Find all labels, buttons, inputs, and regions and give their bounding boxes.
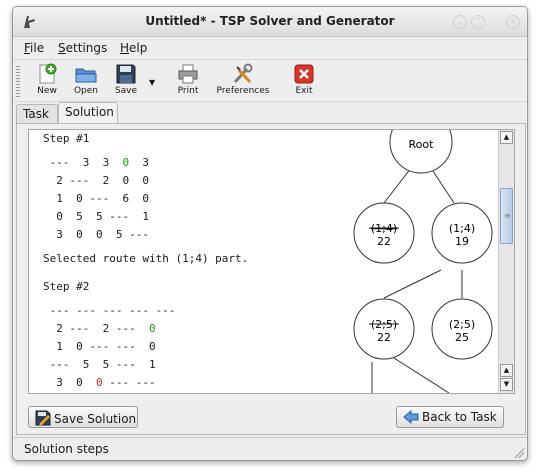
solution-scroll-area[interactable]: Step #1 --- 3 3 0 3 2 --- 2 0 0 1 0 --- … [28,129,515,394]
open-button[interactable]: Open [69,63,103,101]
tab-solution[interactable]: Solution [58,102,118,124]
tab-task[interactable]: Task [16,104,58,124]
tree-node-root [389,130,453,174]
window-title: Untitled* - TSP Solver and Generator [145,14,395,28]
search-tree: Root (1;4) 22 (1;4) 19 (2;5) 22 (2;5) 25 [353,130,493,393]
tree-node-value: 19 [455,235,469,248]
tree-node-edge: (2;5) [449,318,475,331]
floppy-disk-icon [116,64,136,84]
close-icon[interactable]: × [506,15,520,29]
status-bar: Solution steps [13,437,527,460]
exit-icon [294,64,314,84]
exit-button[interactable]: Exit [291,63,317,101]
menu-help[interactable]: Help [120,41,147,55]
solution-panel: Step #1 --- 3 3 0 3 2 --- 2 0 0 1 0 --- … [16,123,526,435]
minimize-icon[interactable]: ⌄ [453,15,467,29]
scroll-up-arrow-icon[interactable]: ▲ [500,131,513,144]
tree-node-value: 22 [377,331,391,344]
save-solution-icon [35,410,51,427]
save-dropdown-arrow-icon[interactable]: ▼ [149,78,155,87]
resize-grip-icon[interactable] [514,448,524,458]
back-to-task-button[interactable]: Back to Task [396,406,504,428]
tab-bar: Task Solution [13,102,527,124]
new-file-icon [39,63,57,84]
scroll-down-arrow-icon[interactable]: ▼ [500,378,513,391]
scrollbar-thumb[interactable]: ≡ [500,188,513,244]
title-bar[interactable]: Untitled* - TSP Solver and Generator ⌄ ⌃… [13,7,527,37]
status-text: Solution steps [24,442,109,456]
toolbar: New Open Save ▼ Print Preferences Exit [13,59,527,102]
toolbar-handle[interactable] [16,66,20,98]
back-arrow-icon [403,409,419,425]
save-button[interactable]: Save [111,63,141,101]
scroll-up-arrow-icon[interactable]: ▲ [500,364,513,377]
preferences-button[interactable]: Preferences [213,63,273,101]
app-window: Untitled* - TSP Solver and Generator ⌄ ⌃… [12,6,528,461]
solution-content: Step #1 --- 3 3 0 3 2 --- 2 0 0 1 0 --- … [29,130,498,393]
tree-node-value: 22 [377,235,391,248]
new-button[interactable]: New [33,63,61,101]
menu-settings[interactable]: Settings [58,41,107,55]
print-button[interactable]: Print [173,63,203,101]
printer-icon [178,64,198,84]
tree-node-value: 25 [455,331,469,344]
tree-node-edge: (1;4) [449,222,475,235]
save-solution-button[interactable]: Save Solution [28,406,138,428]
wrench-screwdriver-icon [233,63,253,84]
menu-bar: File Settings Help [13,38,527,58]
folder-open-icon [75,68,97,83]
maximize-icon[interactable]: ⌃ [471,15,485,29]
menu-file[interactable]: File [24,41,44,55]
vertical-scrollbar[interactable]: ▲ ≡ ▲ ▼ [498,130,514,393]
tree-node-root-label: Root [409,138,435,151]
